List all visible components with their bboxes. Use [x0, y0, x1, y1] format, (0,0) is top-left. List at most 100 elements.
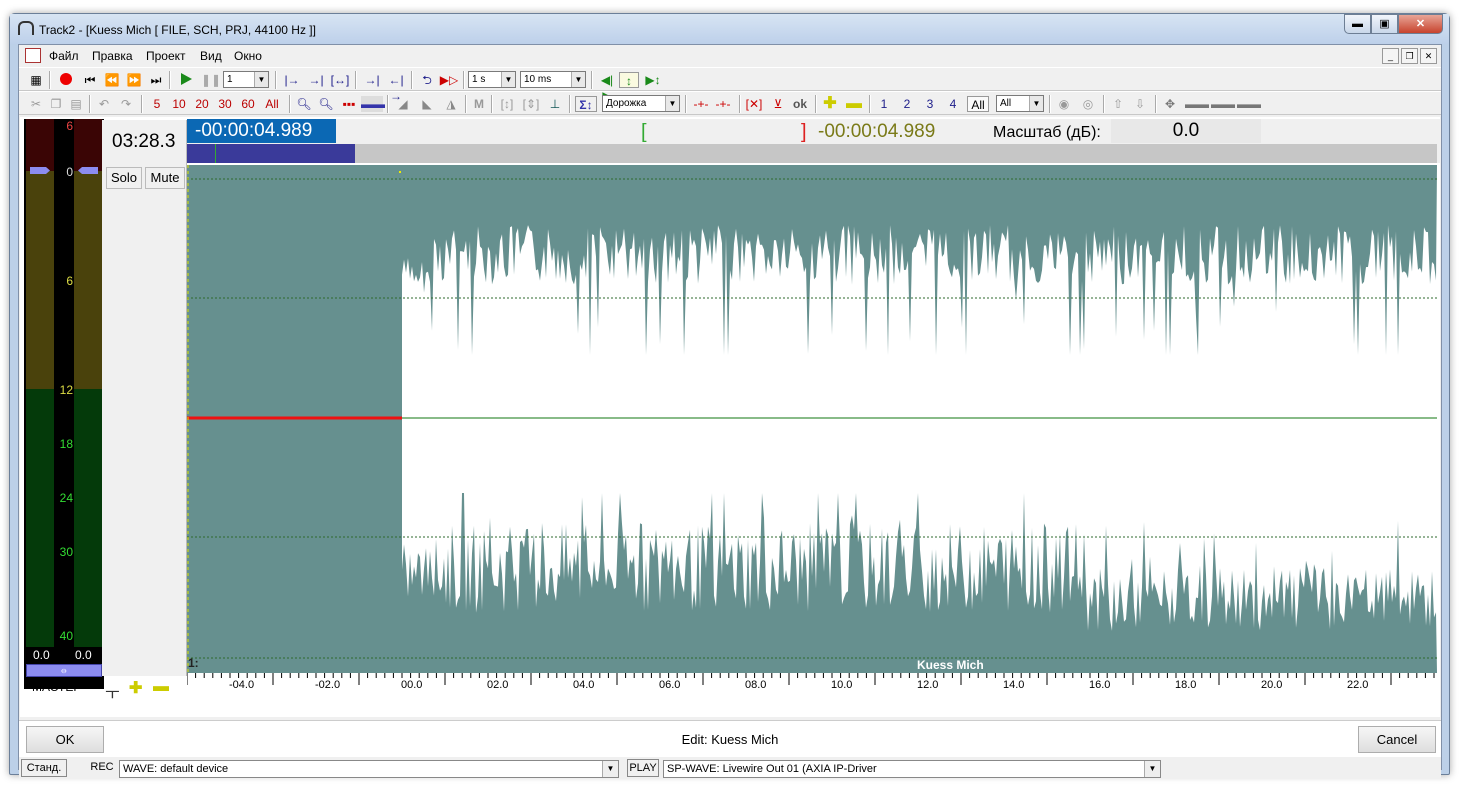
undo-icon[interactable]: ↶	[95, 96, 113, 112]
mute-button[interactable]: Mute	[145, 167, 185, 189]
all-select[interactable]: All ▼	[996, 95, 1044, 112]
text-tool-icon[interactable]: ㅜ	[105, 680, 120, 704]
zoom-60[interactable]: 60	[238, 96, 258, 112]
pause-icon[interactable]: ❚❚	[201, 72, 221, 88]
eye-off-icon[interactable]: ◎	[1079, 96, 1097, 112]
close-button[interactable]: ✕	[1398, 14, 1443, 34]
split-right-icon[interactable]: ←|→	[385, 72, 407, 103]
menu-project[interactable]: Проект	[146, 49, 186, 63]
zoom-5[interactable]: 5	[148, 96, 166, 112]
track-select[interactable]: Дорожка ▼	[602, 95, 680, 112]
sum-icon[interactable]: Σ↕	[575, 96, 597, 112]
plus-icon[interactable]: ✚	[821, 96, 839, 112]
minimize-button[interactable]: ▬	[1344, 14, 1371, 34]
ok-button[interactable]: ok	[791, 96, 809, 112]
zoom-full-icon[interactable]: ▬▬	[361, 96, 385, 112]
play-device-select[interactable]: SP-WAVE: Livewire Out 01 (AXIA IP-Driver…	[663, 760, 1161, 778]
forward-icon[interactable]: ⏩	[125, 72, 143, 88]
track-1-button[interactable]: 1	[875, 96, 893, 112]
record-count-select[interactable]: 1 ▼	[223, 71, 269, 88]
menu-edit[interactable]: Правка	[92, 49, 133, 63]
track-3-button[interactable]: 3	[921, 96, 939, 112]
menu-file[interactable]: Файл	[49, 49, 79, 63]
layout3-icon[interactable]: ▬▬	[1237, 96, 1261, 112]
time-ruler[interactable]: -04.0 -02.0 00.0 02.0 04.0 06.0 08.0 10.…	[187, 673, 1440, 695]
stereo-link-icon[interactable]: ⦵	[26, 664, 102, 677]
marker-del-icon[interactable]: -+-	[713, 96, 733, 112]
waveform-view[interactable]: 1: Kuess Mich	[187, 165, 1437, 673]
zoom-out-icon[interactable]: 🔍︎	[317, 96, 335, 112]
layout1-icon[interactable]: ▬▬	[1185, 96, 1209, 112]
marker-down-icon[interactable]: ⊻	[769, 96, 787, 112]
document-icon[interactable]	[25, 48, 41, 63]
go-start-icon[interactable]: ⏮	[81, 72, 99, 88]
position-time[interactable]: -00:00:04.989	[187, 119, 336, 143]
title-bar[interactable]: Track2 - [Kuess Mich [ FILE, SCH, PRJ, 4…	[10, 14, 1449, 44]
ruler-label: 04.0	[573, 679, 595, 691]
play-icon[interactable]	[177, 72, 195, 88]
zoom-30[interactable]: 30	[215, 96, 235, 112]
ruler-label: -04.0	[229, 679, 255, 691]
scale-value[interactable]: 0.0	[1111, 119, 1261, 143]
copy-icon[interactable]: ❐	[47, 96, 65, 112]
down-icon[interactable]: ⇩	[1131, 96, 1149, 112]
record-icon[interactable]	[57, 72, 75, 88]
doc-minimize-button[interactable]: _	[1382, 48, 1399, 64]
fade-out-icon[interactable]: ◣	[417, 96, 437, 112]
layout2-icon[interactable]: ▬▬	[1211, 96, 1235, 112]
loop-icon[interactable]: ⮌	[417, 72, 437, 88]
mark-out-icon[interactable]: →|	[305, 72, 327, 88]
doc-close-button[interactable]: ✕	[1420, 48, 1437, 64]
menu-window[interactable]: Окно	[234, 49, 262, 63]
track-clock: 03:28.3	[112, 131, 176, 152]
rec-device-select[interactable]: WAVE: default device ▼	[119, 760, 619, 778]
time-step-select[interactable]: 1 s ▼	[468, 71, 516, 88]
track-all-button[interactable]: All	[967, 96, 989, 112]
mark-range-icon[interactable]: [↔]	[329, 72, 351, 88]
menu-view[interactable]: Вид	[200, 49, 222, 63]
track-2-button[interactable]: 2	[898, 96, 916, 112]
marker-add-icon[interactable]: -+-	[691, 96, 711, 112]
amp-icon[interactable]: [⇕]	[521, 96, 541, 112]
overview-selection[interactable]	[187, 144, 355, 163]
envelope-icon[interactable]: ◮	[441, 96, 461, 112]
group-icon[interactable]: ✥	[1161, 96, 1179, 112]
go-end-icon[interactable]: ⏭	[147, 72, 165, 88]
play-loop-icon[interactable]: ▶▷	[439, 72, 459, 88]
vu-left-peak-marker[interactable]	[30, 167, 50, 174]
zoom-20[interactable]: 20	[192, 96, 212, 112]
rewind-icon[interactable]: ⏪	[103, 72, 121, 88]
fade-in-icon[interactable]: ◢	[393, 96, 413, 112]
zoom-all[interactable]: All	[262, 96, 282, 112]
cancel-button[interactable]: Cancel	[1358, 726, 1436, 753]
remove-track-icon[interactable]: ▬	[153, 678, 169, 696]
level-icon[interactable]: ⊥	[545, 96, 565, 112]
minus-icon[interactable]: ▬	[845, 96, 863, 112]
cut-icon[interactable]: ✂	[27, 96, 45, 112]
overview-bar[interactable]	[187, 144, 1437, 163]
tracks-icon[interactable]: ▦	[27, 72, 45, 88]
maximize-button[interactable]: ▣	[1371, 14, 1398, 34]
split-left-icon[interactable]: →|←	[361, 72, 383, 103]
doc-restore-button[interactable]: ❐	[1401, 48, 1418, 64]
solo-button[interactable]: Solo	[106, 167, 142, 189]
mode-button[interactable]: Станд.	[21, 759, 67, 777]
track-4-button[interactable]: 4	[944, 96, 962, 112]
up-icon[interactable]: ⇧	[1109, 96, 1127, 112]
zoom-10[interactable]: 10	[169, 96, 189, 112]
zoom-sel-icon[interactable]: ▪▪▪	[339, 96, 359, 112]
zoom-in-icon[interactable]: 🔍︎	[295, 96, 313, 112]
vu-right-peak-marker[interactable]	[78, 167, 98, 174]
eye-icon[interactable]: ◉	[1055, 96, 1073, 112]
time-fine-select[interactable]: 10 ms ▼	[520, 71, 586, 88]
snap-icon[interactable]: ↕	[619, 72, 639, 88]
paste-icon[interactable]: ▤	[67, 96, 85, 112]
redo-icon[interactable]: ↷	[117, 96, 135, 112]
norm-icon[interactable]: [↕]	[497, 96, 517, 112]
scroll-play-icon[interactable]: ▶↕	[643, 72, 663, 88]
add-track-icon[interactable]: ✚	[129, 678, 142, 698]
mark-in-icon[interactable]: |→	[281, 72, 303, 88]
zoom-fit-icon[interactable]: ◀|▶	[597, 72, 617, 103]
mono-button[interactable]: M	[471, 96, 487, 112]
marker-clear-icon[interactable]: [✕]	[745, 96, 763, 112]
